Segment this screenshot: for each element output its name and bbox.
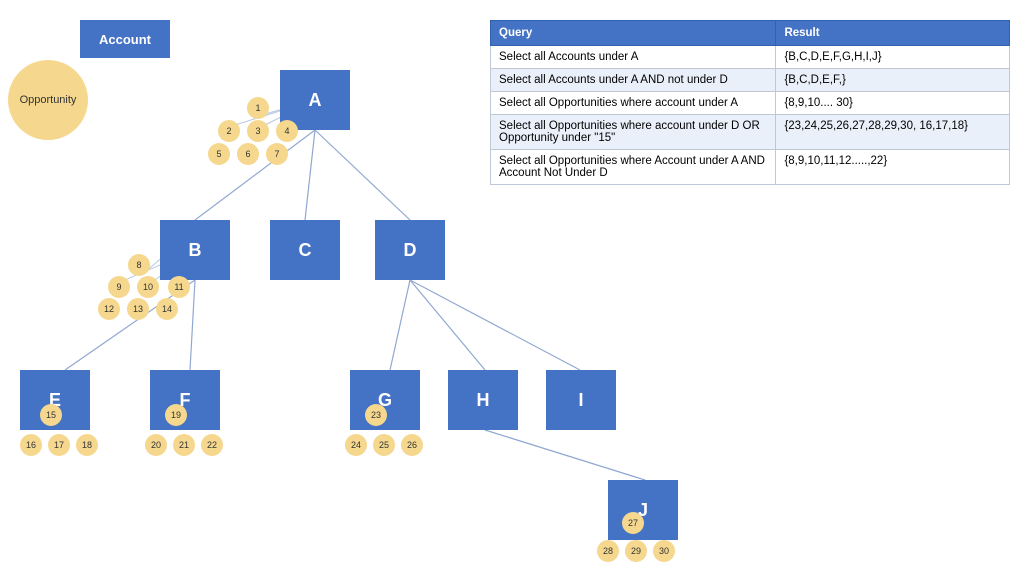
opp-node-7: 7	[266, 143, 288, 165]
table-cell-result: {8,9,10,11,12.....,22}	[776, 150, 1010, 185]
table-cell-query: Select all Opportunities where account u…	[491, 115, 776, 150]
opp-node-23: 23	[365, 404, 387, 426]
query-result-table: Query Result Select all Accounts under A…	[490, 20, 1010, 185]
opp-node-14: 14	[156, 298, 178, 320]
table-header-query: Query	[491, 21, 776, 46]
table-cell-result: {8,9,10.... 30}	[776, 92, 1010, 115]
opp-node-3: 3	[247, 120, 269, 142]
table-cell-query: Select all Opportunities where Account u…	[491, 150, 776, 185]
account-node-I: I	[546, 370, 616, 430]
opp-node-11: 11	[168, 276, 190, 298]
opp-node-15: 15	[40, 404, 62, 426]
opp-node-8: 8	[128, 254, 150, 276]
account-node-D: D	[375, 220, 445, 280]
table-cell-query: Select all Accounts under A AND not unde…	[491, 69, 776, 92]
opp-node-13: 13	[127, 298, 149, 320]
table-cell-query: Select all Opportunities where account u…	[491, 92, 776, 115]
opp-node-26: 26	[401, 434, 423, 456]
table-cell-result: {23,24,25,26,27,28,29,30, 16,17,18}	[776, 115, 1010, 150]
opp-node-5: 5	[208, 143, 230, 165]
query-table-area: Query Result Select all Accounts under A…	[490, 20, 1010, 185]
account-node-J: J	[608, 480, 678, 540]
opp-node-28: 28	[597, 540, 619, 562]
opp-node-21: 21	[173, 434, 195, 456]
opp-node-20: 20	[145, 434, 167, 456]
table-cell-query: Select all Accounts under A	[491, 46, 776, 69]
opp-node-16: 16	[20, 434, 42, 456]
opp-node-29: 29	[625, 540, 647, 562]
legend-account: Account	[80, 20, 170, 58]
table-row: Select all Accounts under A{B,C,D,E,F,G,…	[491, 46, 1010, 69]
opp-node-24: 24	[345, 434, 367, 456]
table-row: Select all Accounts under A AND not unde…	[491, 69, 1010, 92]
table-header-result: Result	[776, 21, 1010, 46]
opp-node-30: 30	[653, 540, 675, 562]
opp-node-17: 17	[48, 434, 70, 456]
opp-node-18: 18	[76, 434, 98, 456]
legend-opportunity: Opportunity	[8, 60, 88, 140]
account-node-C: C	[270, 220, 340, 280]
table-row: Select all Opportunities where account u…	[491, 92, 1010, 115]
table-cell-result: {B,C,D,E,F,}	[776, 69, 1010, 92]
opp-node-10: 10	[137, 276, 159, 298]
opp-node-27: 27	[622, 512, 644, 534]
opp-node-6: 6	[237, 143, 259, 165]
account-node-B: B	[160, 220, 230, 280]
opp-node-19: 19	[165, 404, 187, 426]
opp-node-4: 4	[276, 120, 298, 142]
opp-node-22: 22	[201, 434, 223, 456]
opp-node-2: 2	[218, 120, 240, 142]
opp-node-25: 25	[373, 434, 395, 456]
opp-node-9: 9	[108, 276, 130, 298]
account-node-H: H	[448, 370, 518, 430]
table-row: Select all Opportunities where Account u…	[491, 150, 1010, 185]
table-row: Select all Opportunities where account u…	[491, 115, 1010, 150]
opp-node-12: 12	[98, 298, 120, 320]
opp-node-1: 1	[247, 97, 269, 119]
table-cell-result: {B,C,D,E,F,G,H,I,J}	[776, 46, 1010, 69]
